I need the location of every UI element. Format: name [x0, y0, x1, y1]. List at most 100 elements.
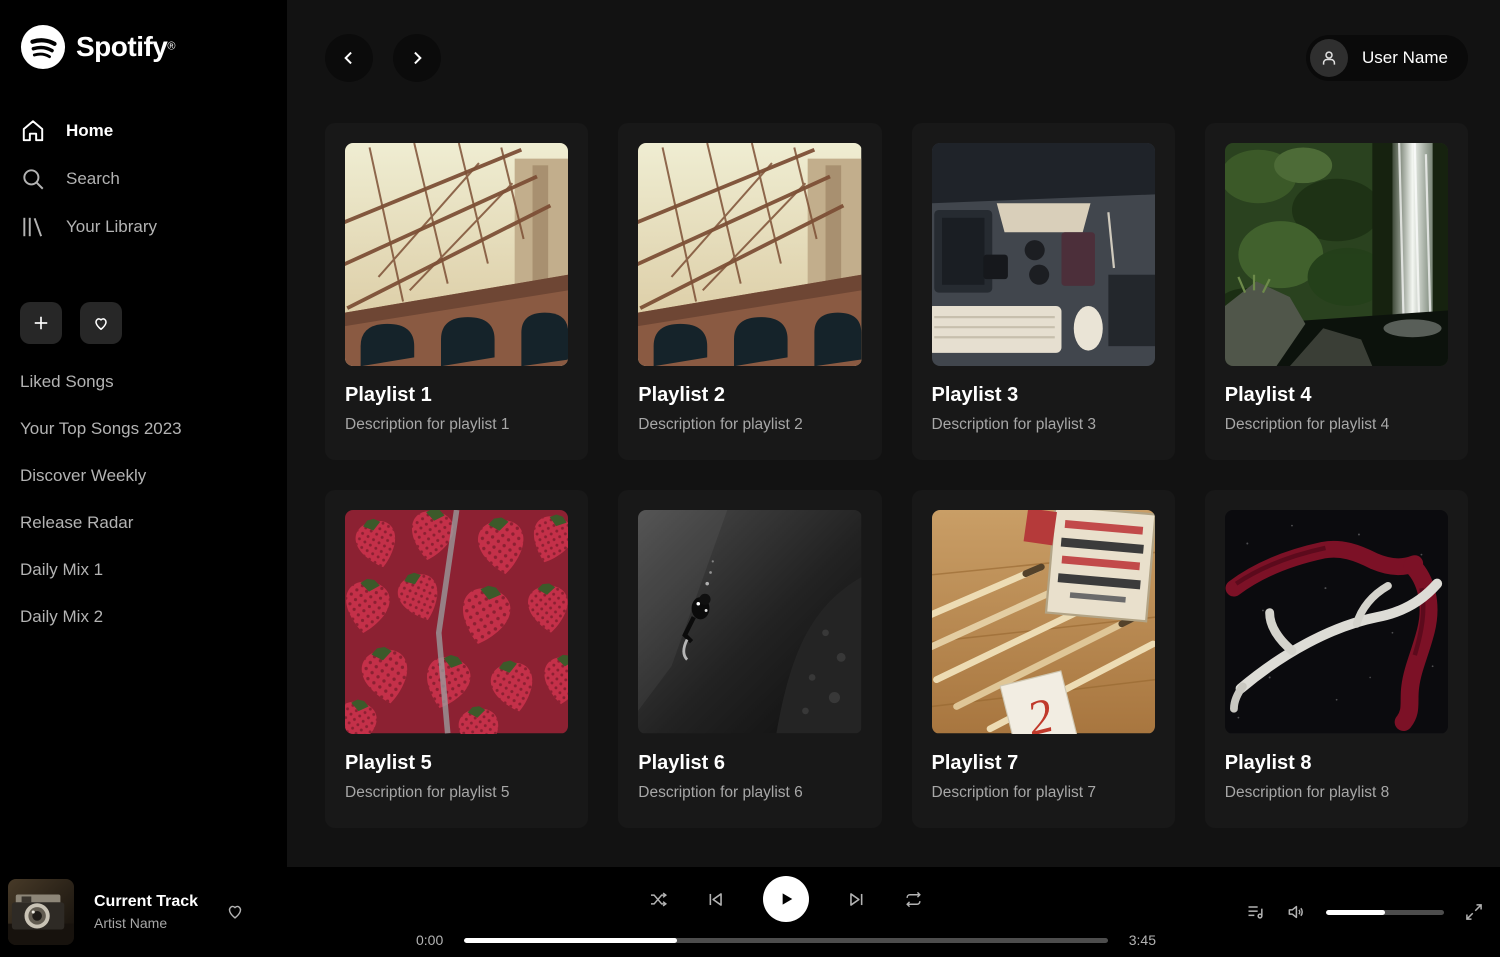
- sidebar-playlist-link[interactable]: Your Top Songs 2023: [20, 419, 267, 439]
- player-bar: Current Track Artist Name: [0, 867, 1500, 957]
- library-icon: [20, 214, 46, 240]
- playlist-description: Description for playlist 8: [1225, 784, 1448, 802]
- liked-songs-button[interactable]: [80, 302, 122, 344]
- playlist-cover-art: [638, 510, 861, 733]
- playlist-cover-art: 2: [932, 510, 1155, 733]
- playlist-card-8[interactable]: Playlist 8 Description for playlist 8: [1205, 490, 1468, 827]
- current-time: 0:00: [416, 932, 450, 948]
- playback-controls: [649, 876, 923, 922]
- previous-button[interactable]: [706, 890, 725, 909]
- playlist-cover-art: [932, 143, 1155, 366]
- registered-mark: ®: [167, 41, 175, 53]
- playlist-title: Playlist 7: [932, 752, 1155, 775]
- play-icon: [776, 889, 796, 909]
- volume-slider-fill: [1326, 910, 1385, 915]
- progress-bar[interactable]: [464, 938, 1108, 943]
- fullscreen-icon: [1464, 902, 1484, 922]
- playlist-description: Description for playlist 7: [932, 784, 1155, 802]
- playlist-description: Description for playlist 5: [345, 784, 568, 802]
- sidebar-playlist-link[interactable]: Release Radar: [20, 513, 267, 533]
- main-content: User Name: [287, 0, 1500, 867]
- playlist-cover-art: [1225, 143, 1448, 366]
- sidebar-playlist-link[interactable]: Daily Mix 2: [20, 607, 267, 627]
- user-icon: [1319, 48, 1339, 68]
- progress-bar-fill: [464, 938, 677, 943]
- app-window: Spotify® Home Search Your Librar: [0, 0, 1500, 957]
- playlist-card-4[interactable]: Playlist 4 Description for playlist 4: [1205, 123, 1468, 460]
- home-icon: [20, 118, 46, 144]
- shuffle-icon: [649, 890, 668, 909]
- now-playing-art: [8, 879, 74, 945]
- playlist-title: Playlist 4: [1225, 384, 1448, 407]
- search-icon: [20, 166, 46, 192]
- repeat-icon: [904, 890, 923, 909]
- play-button[interactable]: [763, 876, 809, 922]
- repeat-button[interactable]: [904, 890, 923, 909]
- sidebar: Spotify® Home Search Your Librar: [0, 0, 287, 867]
- now-playing: Current Track Artist Name: [8, 879, 378, 945]
- playlist-grid: Playlist 1 Description for playlist 1: [325, 123, 1468, 828]
- player-right-controls: [1194, 902, 1484, 922]
- sidebar-playlist-link[interactable]: Discover Weekly: [20, 466, 267, 486]
- sidebar-item-label: Search: [66, 169, 120, 189]
- playlist-card-3[interactable]: Playlist 3 Description for playlist 3: [912, 123, 1175, 460]
- sidebar-actions: [20, 302, 267, 344]
- sidebar-item-label: Your Library: [66, 217, 157, 237]
- volume-button[interactable]: [1286, 902, 1306, 922]
- forward-button[interactable]: [393, 34, 441, 82]
- playlist-title: Playlist 2: [638, 384, 861, 407]
- queue-button[interactable]: [1246, 902, 1266, 922]
- playlist-card-7[interactable]: 2 Playlist 7 Description for playlist 7: [912, 490, 1175, 827]
- now-playing-text: Current Track Artist Name: [94, 893, 198, 931]
- current-track-artist: Artist Name: [94, 915, 198, 931]
- heart-icon: [224, 900, 246, 922]
- progress-section: 0:00 3:45: [416, 932, 1156, 948]
- next-button[interactable]: [847, 890, 866, 909]
- plus-icon: [31, 313, 51, 333]
- history-nav: [325, 34, 441, 82]
- sidebar-item-search[interactable]: Search: [20, 166, 267, 192]
- heart-icon: [91, 313, 111, 333]
- spotify-wordmark: Spotify®: [76, 31, 176, 63]
- playlist-title: Playlist 1: [345, 384, 568, 407]
- sidebar-playlist-link[interactable]: Liked Songs: [20, 372, 267, 392]
- sidebar-nav: Home Search Your Library: [20, 118, 267, 240]
- back-button[interactable]: [325, 34, 373, 82]
- shuffle-button[interactable]: [649, 890, 668, 909]
- spotify-logo: Spotify®: [20, 24, 267, 104]
- playlist-cover-art: [1225, 510, 1448, 733]
- player-center: 0:00 3:45: [416, 876, 1156, 948]
- user-menu-button[interactable]: User Name: [1306, 35, 1468, 81]
- playlist-title: Playlist 6: [638, 752, 861, 775]
- current-track-title: Current Track: [94, 893, 198, 911]
- playlist-description: Description for playlist 4: [1225, 416, 1448, 434]
- top-bar: User Name: [325, 34, 1468, 82]
- queue-icon: [1246, 902, 1266, 922]
- chevron-left-icon: [339, 48, 359, 68]
- playlist-cover-art: [638, 143, 861, 366]
- sidebar-item-home[interactable]: Home: [20, 118, 267, 144]
- like-track-button[interactable]: [224, 900, 246, 925]
- sidebar-item-label: Home: [66, 121, 113, 141]
- playlist-title: Playlist 3: [932, 384, 1155, 407]
- playlist-card-6[interactable]: Playlist 6 Description for playlist 6: [618, 490, 881, 827]
- playlist-card-1[interactable]: Playlist 1 Description for playlist 1: [325, 123, 588, 460]
- playlist-description: Description for playlist 6: [638, 784, 861, 802]
- fullscreen-button[interactable]: [1464, 902, 1484, 922]
- create-playlist-button[interactable]: [20, 302, 62, 344]
- sidebar-item-your-library[interactable]: Your Library: [20, 214, 267, 240]
- playlist-cover-art: [345, 143, 568, 366]
- sidebar-playlist-link[interactable]: Daily Mix 1: [20, 560, 267, 580]
- playlist-title: Playlist 8: [1225, 752, 1448, 775]
- chevron-right-icon: [407, 48, 427, 68]
- volume-slider[interactable]: [1326, 910, 1444, 915]
- playlist-description: Description for playlist 3: [932, 416, 1155, 434]
- playlist-description: Description for playlist 1: [345, 416, 568, 434]
- playlist-card-5[interactable]: Playlist 5 Description for playlist 5: [325, 490, 588, 827]
- playlist-card-2[interactable]: Playlist 2 Description for playlist 2: [618, 123, 881, 460]
- playlist-description: Description for playlist 2: [638, 416, 861, 434]
- spotify-logo-icon: [20, 24, 66, 70]
- previous-icon: [706, 890, 725, 909]
- total-time: 3:45: [1122, 932, 1156, 948]
- next-icon: [847, 890, 866, 909]
